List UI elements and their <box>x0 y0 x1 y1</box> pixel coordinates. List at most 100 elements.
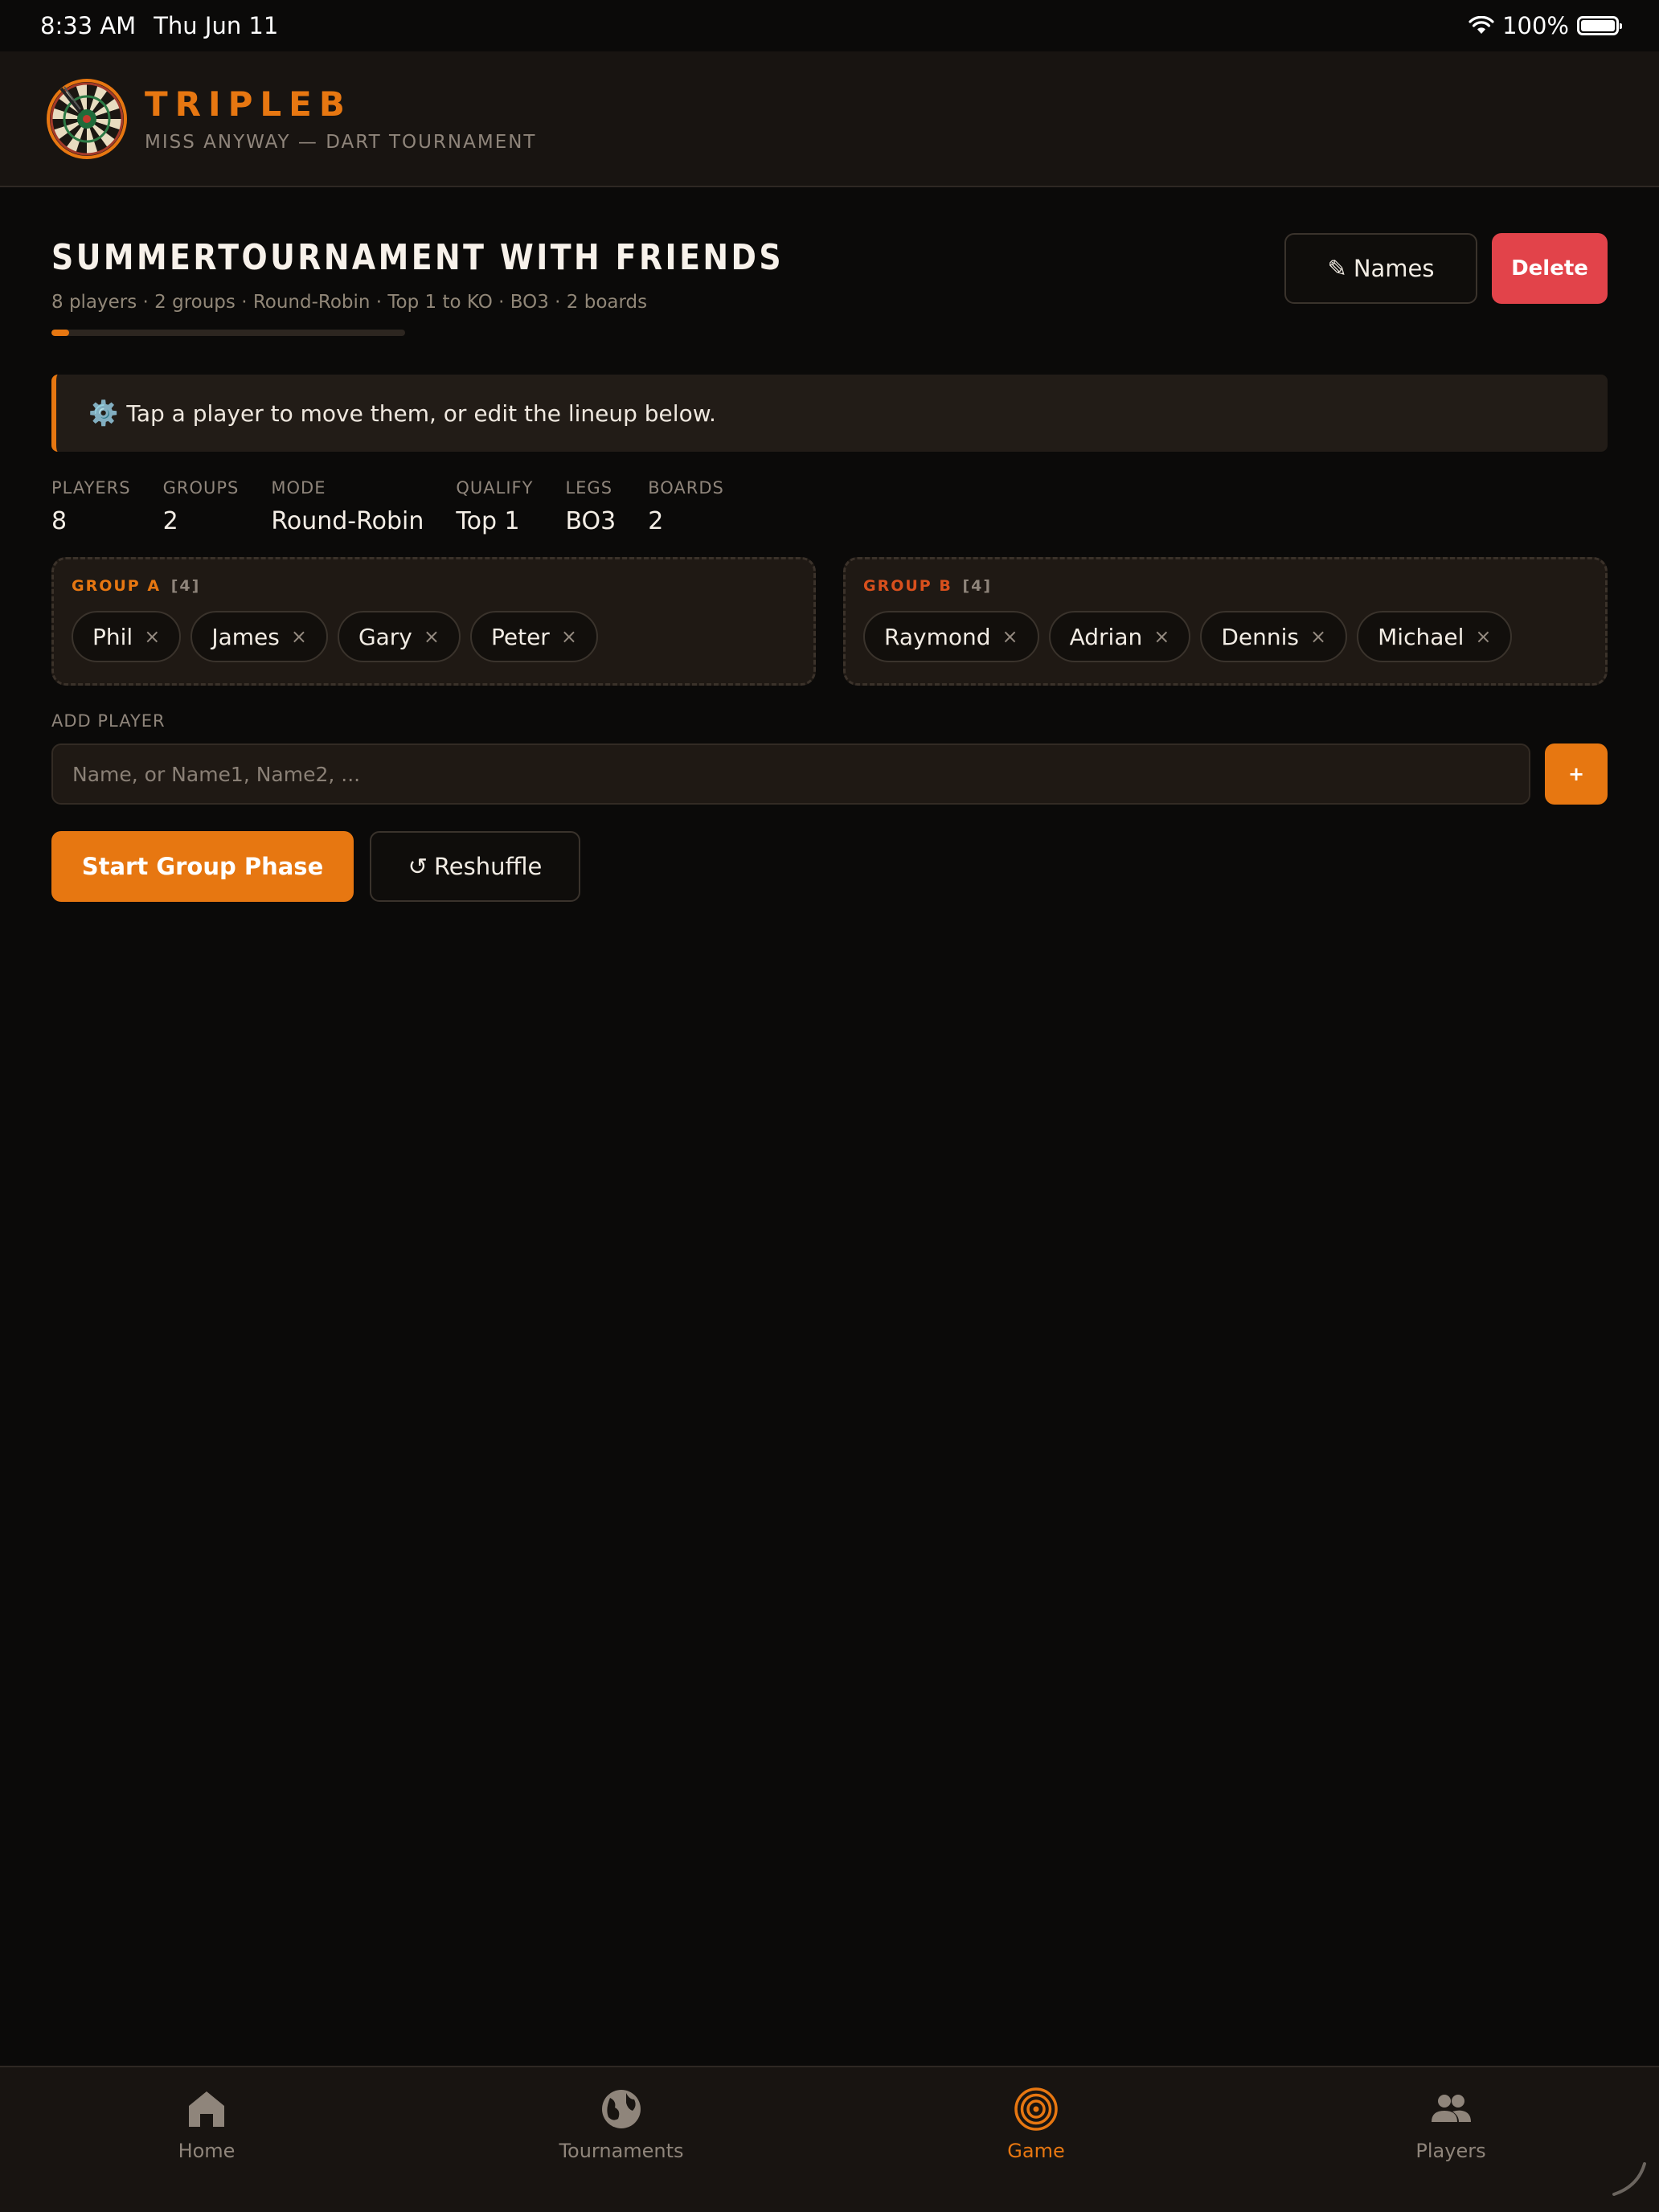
status-indicators: 100% <box>1469 12 1622 39</box>
stat-label: BOARDS <box>648 478 724 498</box>
player-name: Adrian <box>1069 623 1143 650</box>
player-chips: Phil × James × Gary × Peter × <box>72 611 796 662</box>
groups-container: GROUP A [4] Phil × James × Gary × Peter × GR… <box>51 557 1608 686</box>
stat-boards: BOARDS 2 <box>648 478 724 543</box>
player-chip[interactable]: Dennis × <box>1200 611 1348 662</box>
player-chip[interactable]: Gary × <box>337 611 461 662</box>
player-name: Phil <box>92 623 133 650</box>
stat-value: 2 <box>648 507 664 535</box>
stat-players: PLAYERS 8 <box>51 478 131 543</box>
remove-player-icon[interactable]: × <box>1002 625 1018 648</box>
group-title: GROUP B [4] <box>863 577 1587 595</box>
remove-player-icon[interactable]: × <box>1475 625 1491 648</box>
tab-players[interactable]: Players <box>1354 2087 1547 2162</box>
stat-label: GROUPS <box>162 478 240 498</box>
title-row: SUMMERTOURNAMENT WITH FRIENDS 8 players … <box>51 187 1608 372</box>
brand-tagline: MISS ANYWAY — DART TOURNAMENT <box>145 132 537 153</box>
page-title: SUMMERTOURNAMENT WITH FRIENDS <box>51 237 784 278</box>
add-player-input[interactable] <box>51 743 1530 805</box>
player-name: Gary <box>358 623 412 650</box>
remove-player-icon[interactable]: × <box>291 625 307 648</box>
brand-block: TRIPLEB MISS ANYWAY — DART TOURNAMENT <box>145 84 536 153</box>
tab-game[interactable]: Game <box>940 2087 1133 2162</box>
delete-button[interactable]: Delete <box>1492 233 1608 304</box>
target-icon <box>1014 2087 1058 2131</box>
home-icon <box>189 2091 224 2127</box>
remove-player-icon[interactable]: × <box>144 625 160 648</box>
battery-percent: 100% <box>1502 12 1569 39</box>
group-count: [4] <box>170 577 201 595</box>
tab-tournaments[interactable]: Tournaments <box>525 2087 718 2162</box>
stat-value: 2 <box>162 507 178 535</box>
player-chip[interactable]: James × <box>190 611 328 662</box>
tab-home[interactable]: Home <box>110 2087 303 2162</box>
add-player-label: ADD PLAYER <box>51 711 166 731</box>
tab-label: Home <box>178 2140 236 2162</box>
start-group-phase-button[interactable]: Start Group Phase <box>51 831 354 902</box>
stat-value: Top 1 <box>456 507 520 535</box>
reshuffle-icon: ↺ <box>408 853 428 880</box>
group-title: GROUP A [4] <box>72 577 796 595</box>
stat-value: 8 <box>51 507 68 535</box>
stat-value: BO3 <box>565 507 616 535</box>
player-name: Michael <box>1378 623 1464 650</box>
group-card-a[interactable]: GROUP A [4] Phil × James × Gary × Peter × <box>51 557 816 686</box>
reshuffle-button[interactable]: ↺ Reshuffle <box>370 831 580 902</box>
player-name: Peter <box>490 623 550 650</box>
remove-player-icon[interactable]: × <box>1310 625 1326 648</box>
player-chip[interactable]: Peter × <box>469 611 598 662</box>
remove-player-icon[interactable]: × <box>561 625 577 648</box>
stat-label: MODE <box>271 478 326 498</box>
stats-row: PLAYERS 8 GROUPS 2 MODE Round-Robin QUAL… <box>51 478 756 543</box>
stat-label: LEGS <box>565 478 613 498</box>
tournament-progress <box>51 330 405 336</box>
status-time: 8:33 AM <box>40 12 137 39</box>
player-chip[interactable]: Raymond × <box>863 611 1039 662</box>
player-chips: Raymond × Adrian × Dennis × Michael × <box>863 611 1587 662</box>
player-name: James <box>211 623 280 650</box>
player-name: Dennis <box>1221 623 1300 650</box>
names-button[interactable]: ✎ Names <box>1284 233 1477 304</box>
add-player-button[interactable]: + <box>1545 743 1608 805</box>
reshuffle-button-label: Reshuffle <box>433 853 543 880</box>
stat-qualify: QUALIFY Top 1 <box>456 478 533 543</box>
player-chip[interactable]: Michael × <box>1357 611 1513 662</box>
remove-player-icon[interactable]: × <box>1153 625 1169 648</box>
stat-groups: GROUPS 2 <box>163 478 240 543</box>
status-date: Thu Jun 11 <box>154 12 279 39</box>
stat-value: Round-Robin <box>271 507 424 535</box>
tab-label: Players <box>1415 2140 1486 2162</box>
resize-handle-icon <box>1612 2162 1646 2196</box>
stat-legs: LEGS BO3 <box>565 478 616 543</box>
group-count: [4] <box>962 577 993 595</box>
stat-label: PLAYERS <box>51 478 131 498</box>
brand-title: TRIPLEB <box>145 84 352 124</box>
tab-label: Tournaments <box>559 2140 684 2162</box>
wifi-icon <box>1469 16 1494 34</box>
progress-fill <box>51 330 69 336</box>
info-banner-text: Tap a player to move them, or edit the l… <box>126 399 716 427</box>
tab-label: Game <box>1007 2140 1065 2162</box>
battery-icon <box>1577 16 1622 35</box>
dartboard-logo-icon <box>47 78 127 159</box>
remove-player-icon[interactable]: × <box>424 625 440 648</box>
globe-icon <box>602 2090 641 2128</box>
info-banner: ⚙️ Tap a player to move them, or edit th… <box>51 375 1608 452</box>
player-name: Raymond <box>884 623 991 650</box>
people-icon <box>1432 2095 1471 2122</box>
stat-mode: MODE Round-Robin <box>271 478 424 543</box>
group-name: GROUP B <box>863 577 952 595</box>
page-subtitle: 8 players · 2 groups · Round-Robin · Top… <box>51 292 648 313</box>
status-bar: 8:33 AM Thu Jun 11 100% <box>0 0 1659 51</box>
group-card-b[interactable]: GROUP B [4] Raymond × Adrian × Dennis × Mic… <box>843 557 1608 686</box>
pencil-icon: ✎ <box>1327 255 1347 282</box>
app-header: TRIPLEB MISS ANYWAY — DART TOURNAMENT <box>0 51 1659 187</box>
player-chip[interactable]: Adrian × <box>1048 611 1191 662</box>
stat-label: QUALIFY <box>456 478 534 498</box>
main-content: SUMMERTOURNAMENT WITH FRIENDS 8 players … <box>51 187 1608 902</box>
group-name: GROUP A <box>72 577 162 595</box>
player-chip[interactable]: Phil × <box>72 611 182 662</box>
gear-icon: ⚙️ <box>88 399 119 428</box>
bottom-tab-bar: Home Tournaments Game Players <box>0 2066 1659 2212</box>
names-button-label: Names <box>1353 255 1435 282</box>
